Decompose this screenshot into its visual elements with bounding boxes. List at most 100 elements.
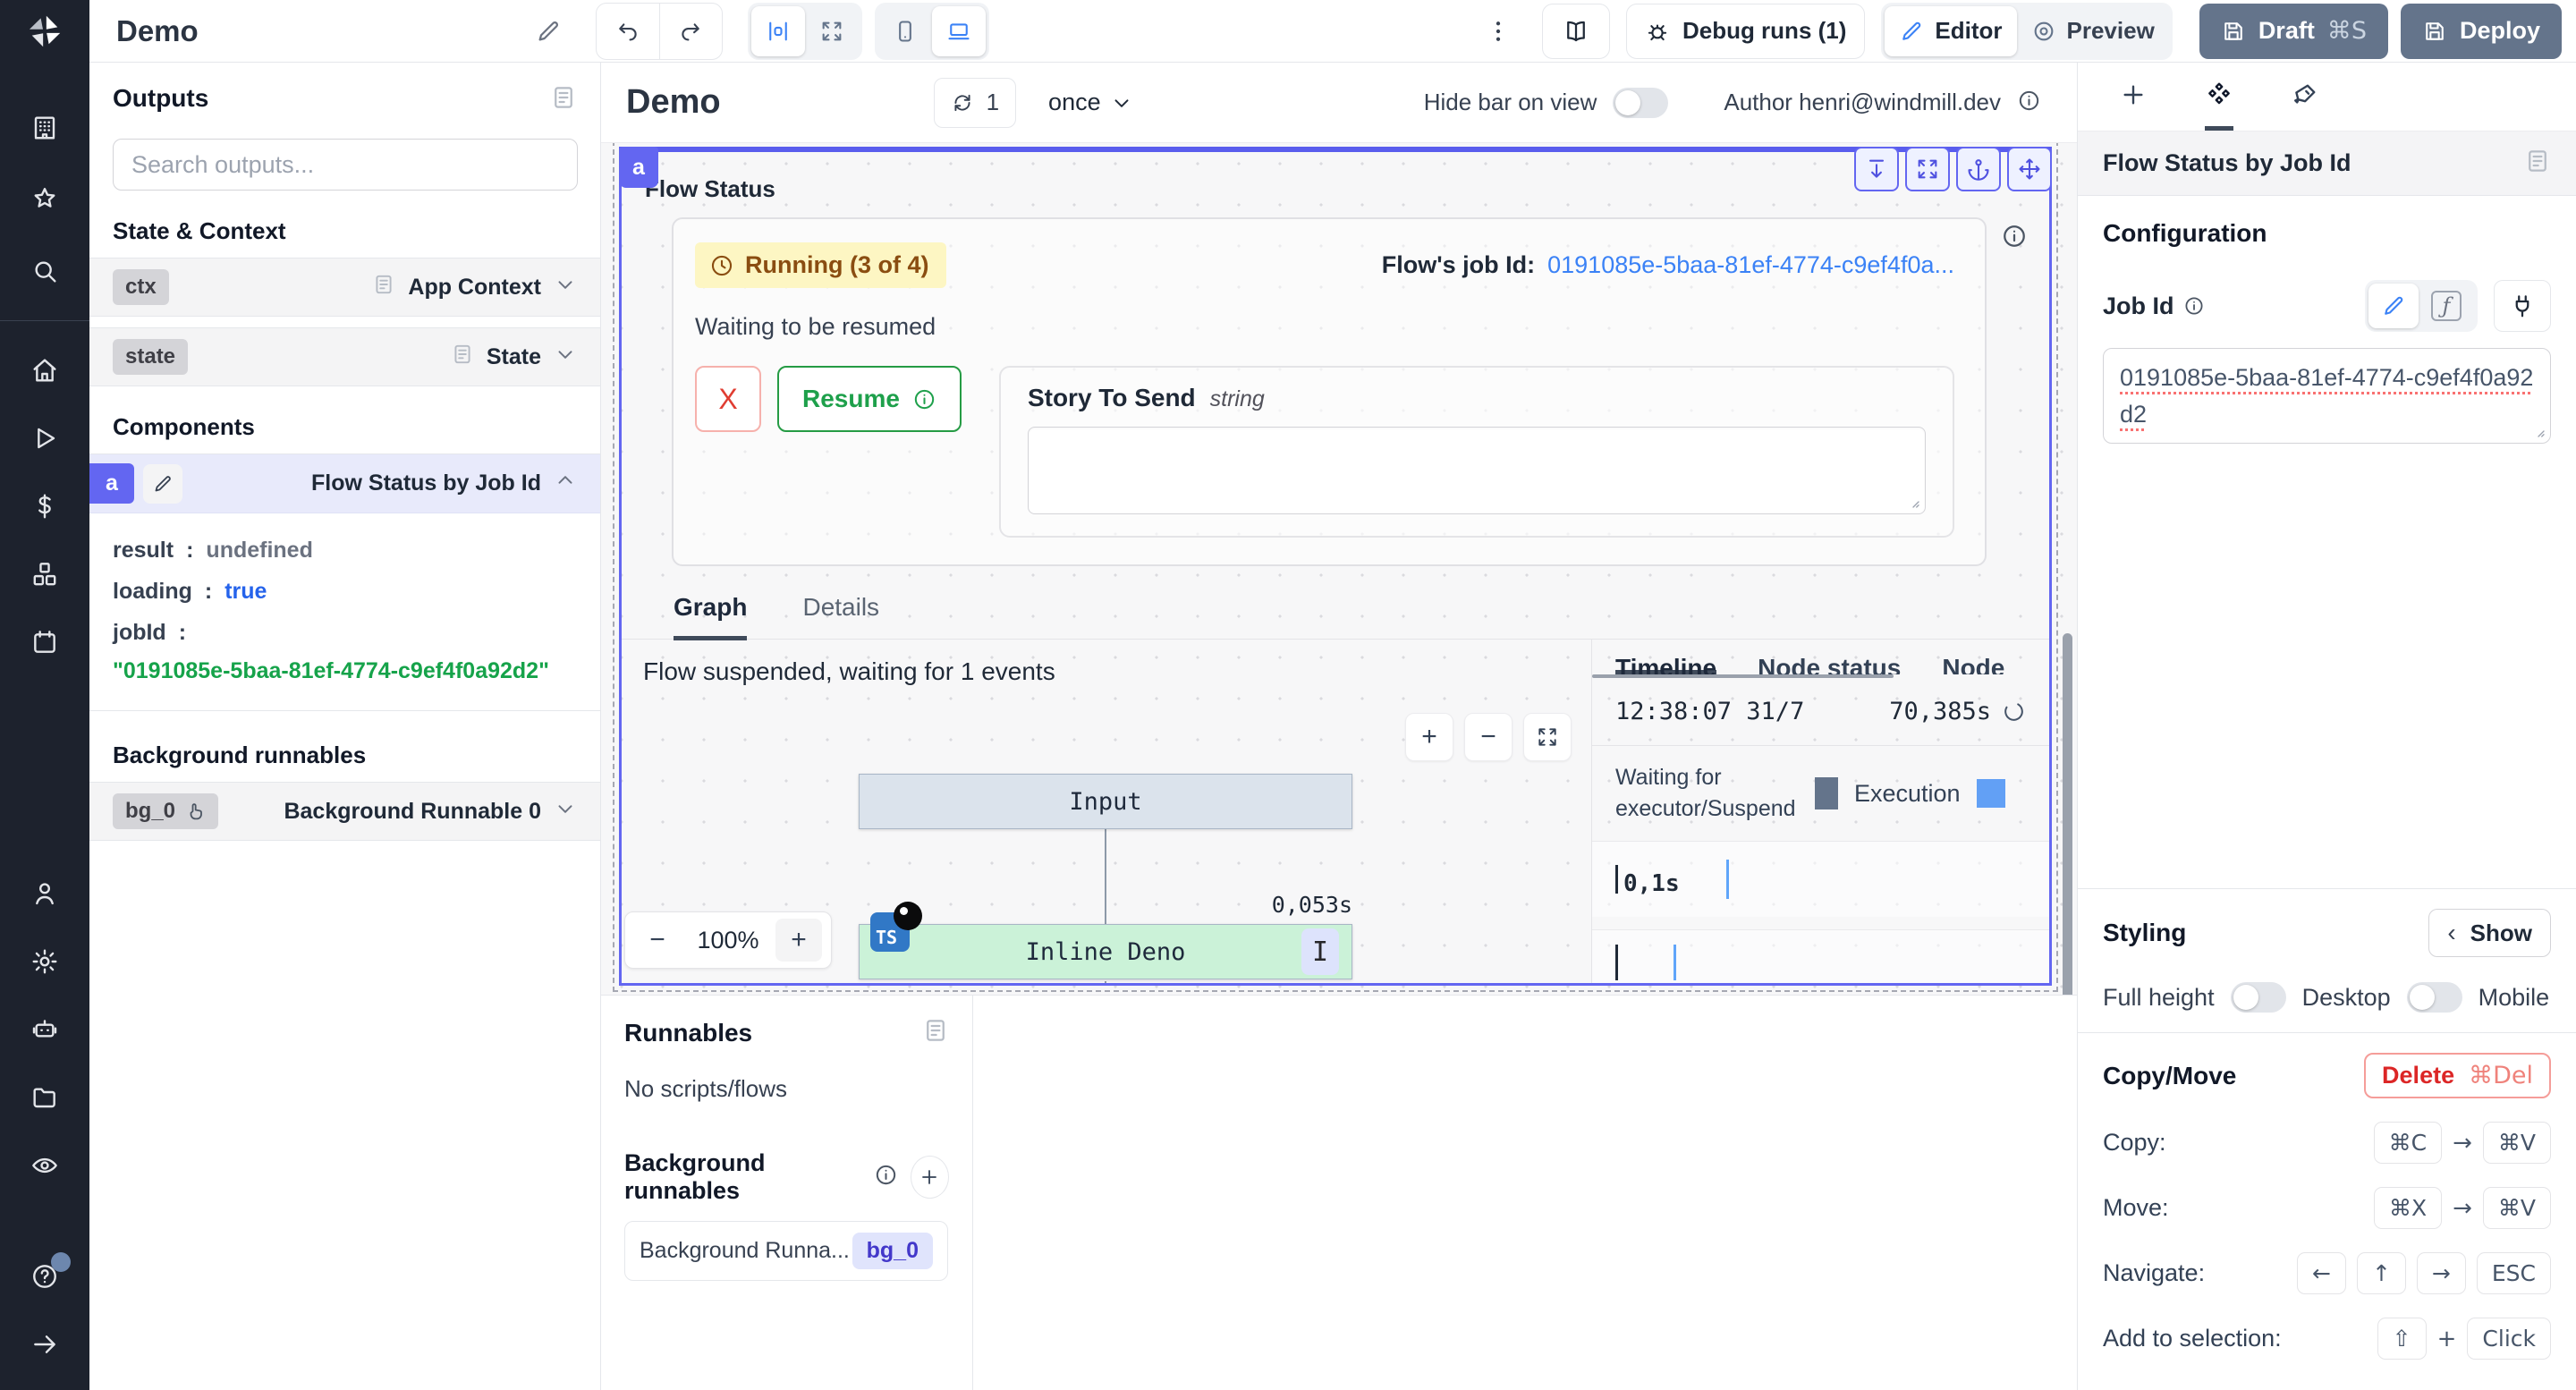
- selected-component-header: Flow Status by Job Id: [2078, 131, 2576, 196]
- chevron-down-icon[interactable]: [554, 273, 577, 302]
- flow-job-id-link[interactable]: 0191085e-5baa-81ef-4774-c9ef4f0a...: [1547, 251, 1954, 279]
- show-styling-button[interactable]: ‹ Show: [2428, 909, 2551, 957]
- vertical-scrollbar[interactable]: [2063, 633, 2072, 995]
- graph-zoom-out-button[interactable]: −: [1464, 713, 1513, 761]
- chevron-down-icon[interactable]: [554, 343, 577, 372]
- full-height-toggle[interactable]: [2231, 982, 2286, 1013]
- move-icon[interactable]: [2007, 147, 2052, 191]
- job-id-input[interactable]: 0191085e-5baa-81ef-4774-c9ef4f0a92d2: [2103, 348, 2551, 444]
- expression-fx-button[interactable]: ƒ: [2419, 284, 2474, 328]
- app-canvas[interactable]: a Flow Status Running (3 of 4): [601, 143, 2077, 995]
- resume-flow-button[interactable]: Resume: [777, 366, 962, 432]
- static-input-pencil-button[interactable]: [2368, 284, 2419, 328]
- debug-runs-button[interactable]: Debug runs (1): [1626, 4, 1865, 59]
- settings-gear-icon[interactable]: [30, 946, 60, 977]
- mobile-view-button[interactable]: [878, 6, 932, 56]
- audit-eye-icon[interactable]: [30, 1150, 60, 1181]
- flow-graph[interactable]: Flow suspended, waiting for 1 events + −…: [622, 640, 1591, 983]
- add-bg-runnable-button[interactable]: [911, 1156, 949, 1199]
- kbd-key: ⇧: [2377, 1318, 2427, 1360]
- component-settings-tab[interactable]: [2205, 81, 2233, 131]
- tab-details[interactable]: Details: [802, 593, 879, 639]
- component-tag-badge[interactable]: a: [619, 147, 658, 188]
- story-textarea[interactable]: [1028, 427, 1926, 514]
- runnables-doc-icon[interactable]: [922, 1017, 949, 1048]
- flow-view-tabs: Graph Details: [622, 566, 2049, 640]
- workers-robot-icon[interactable]: [30, 1014, 60, 1045]
- bg-runnable-row[interactable]: bg_0 Background Runnable 0: [89, 782, 600, 841]
- prop-key[interactable]: jobId: [113, 612, 166, 653]
- fullscreen-layout-button[interactable]: [805, 6, 859, 56]
- info-icon[interactable]: [2001, 223, 2028, 254]
- undo-button[interactable]: [597, 4, 659, 59]
- schedules-calendar-icon[interactable]: [30, 627, 60, 657]
- search-icon[interactable]: [30, 256, 60, 286]
- refresh-count-button[interactable]: 1: [934, 78, 1016, 128]
- timeline-row[interactable]: [1592, 929, 2049, 983]
- deploy-button[interactable]: Deploy: [2401, 4, 2562, 59]
- desktop-view-button[interactable]: [932, 6, 986, 56]
- info-icon[interactable]: [2183, 295, 2205, 317]
- tab-node-definition[interactable]: Node: [1942, 654, 2004, 674]
- graph-node-input[interactable]: Input: [859, 774, 1352, 829]
- zoom-out-button[interactable]: −: [634, 919, 681, 962]
- redo-button[interactable]: [659, 4, 722, 59]
- graph-zoom-in-button[interactable]: +: [1405, 713, 1453, 761]
- connect-plug-button[interactable]: [2494, 280, 2551, 332]
- search-outputs-input[interactable]: [113, 139, 578, 191]
- hub-icon[interactable]: [30, 559, 60, 589]
- bg-runnable-item[interactable]: Background Runna... bg_0: [624, 1221, 948, 1281]
- add-component-tab[interactable]: [2119, 81, 2148, 131]
- graph-fit-button[interactable]: [1523, 713, 1572, 761]
- run-mode-select[interactable]: once: [1048, 89, 1133, 116]
- chevron-up-icon[interactable]: [554, 469, 577, 498]
- info-icon[interactable]: [2017, 89, 2041, 117]
- flow-status-component[interactable]: a Flow Status Running (3 of 4): [619, 147, 2052, 986]
- graph-node-inline-deno[interactable]: TS Inline Deno I: [859, 924, 1352, 979]
- preview-tab[interactable]: Preview: [2017, 6, 2169, 56]
- prop-key[interactable]: result: [113, 530, 174, 571]
- anchor-icon[interactable]: [1956, 147, 2001, 191]
- tab-graph[interactable]: Graph: [674, 593, 747, 640]
- runs-play-icon[interactable]: [30, 423, 60, 453]
- component-a-row[interactable]: a Flow Status by Job Id: [89, 453, 600, 513]
- chevron-down-icon[interactable]: [554, 797, 577, 826]
- desktop-toggle[interactable]: [2407, 982, 2462, 1013]
- tab-node-status[interactable]: Node status: [1758, 654, 1901, 674]
- ctx-row[interactable]: ctx App Context: [89, 258, 600, 317]
- help-icon[interactable]: [30, 1261, 60, 1292]
- kebab-menu-icon[interactable]: [1485, 18, 1512, 45]
- rename-pencil-icon[interactable]: [143, 464, 182, 504]
- user-icon[interactable]: [30, 878, 60, 909]
- theme-paintbrush-tab[interactable]: [2291, 81, 2319, 131]
- info-icon[interactable]: [874, 1163, 898, 1191]
- component-doc-icon[interactable]: [2524, 148, 2551, 179]
- graph-zoom-control: − 100% +: [624, 911, 832, 969]
- expand-icon[interactable]: [1905, 147, 1950, 191]
- centered-layout-button[interactable]: [751, 6, 805, 56]
- docs-book-button[interactable]: [1542, 4, 1610, 59]
- outputs-doc-icon[interactable]: [550, 84, 577, 115]
- windmill-logo[interactable]: [0, 0, 89, 63]
- draft-save-button[interactable]: Draft ⌘S: [2199, 4, 2388, 59]
- home-icon[interactable]: [30, 355, 60, 386]
- state-row[interactable]: state State: [89, 327, 600, 386]
- zoom-in-button[interactable]: +: [775, 919, 822, 962]
- cancel-flow-button[interactable]: X: [695, 366, 761, 432]
- timeline-total-duration: 70,385s: [1889, 698, 1991, 725]
- folders-icon[interactable]: [30, 1082, 60, 1113]
- variables-dollar-icon[interactable]: [30, 491, 60, 521]
- legend-execution-label: Execution: [1854, 780, 1961, 808]
- star-icon[interactable]: [30, 184, 60, 215]
- collapse-arrow-icon[interactable]: [30, 1329, 60, 1360]
- edit-title-pencil-icon[interactable]: [535, 18, 562, 45]
- workspace-icon[interactable]: [30, 113, 60, 143]
- timeline-row[interactable]: 0,1s: [1592, 841, 2049, 917]
- insert-down-icon[interactable]: [1854, 147, 1899, 191]
- editor-tab[interactable]: Editor: [1885, 6, 2016, 56]
- hide-bar-toggle[interactable]: [1613, 88, 1668, 118]
- prop-key[interactable]: loading: [113, 571, 192, 612]
- tab-timeline[interactable]: Timeline: [1615, 654, 1716, 674]
- delete-component-button[interactable]: Delete ⌘Del: [2364, 1053, 2551, 1098]
- kbd-key: ↑: [2357, 1252, 2406, 1294]
